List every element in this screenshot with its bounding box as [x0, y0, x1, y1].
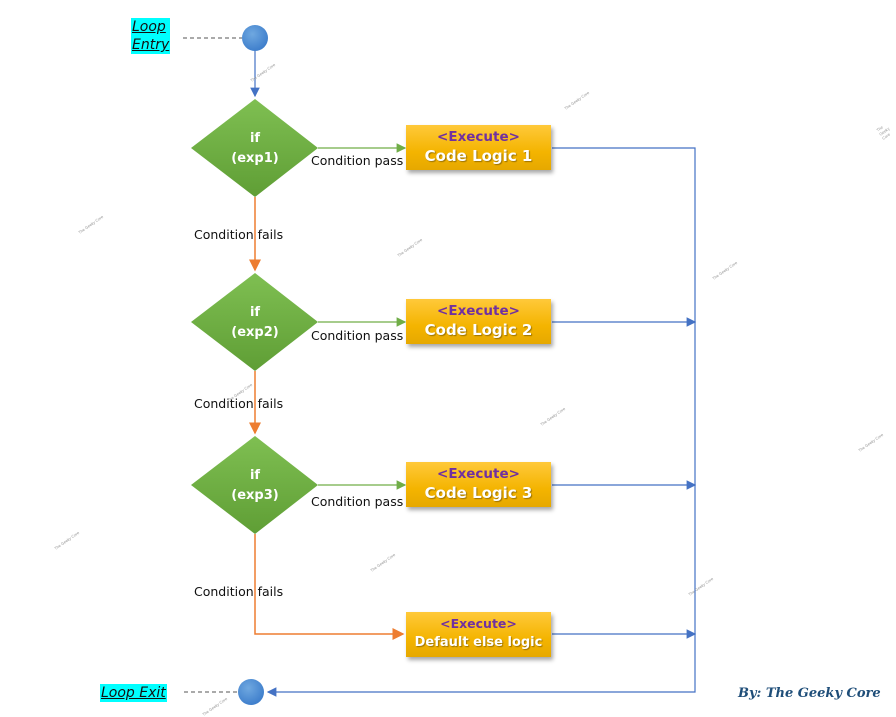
process-block-3: <Execute> Code Logic 3: [406, 462, 551, 507]
author-credit: By: The Geeky Core: [738, 686, 881, 701]
loop-entry-node: [242, 25, 268, 51]
decision-expression: (exp2): [231, 325, 279, 340]
pass-label-1: Condition pass: [311, 153, 404, 168]
loop-exit-label: Loop Exit: [100, 684, 167, 702]
process-block-1: <Execute> Code Logic 1: [406, 125, 551, 170]
decision-keyword: if: [249, 468, 261, 483]
block-body: Code Logic 3: [424, 484, 533, 502]
pass-label-2: Condition pass: [311, 328, 404, 343]
decision-text-2: if (exp2): [215, 303, 295, 343]
decision-text-1: if (exp1): [215, 129, 295, 169]
pass-label-3: Condition pass: [311, 494, 404, 509]
decision-expression: (exp3): [231, 488, 279, 503]
fail-label-2: Condition fails: [194, 396, 284, 411]
decision-keyword: if: [249, 131, 261, 146]
decision-text-3: if (exp3): [215, 466, 295, 506]
fail-label-1: Condition fails: [194, 227, 284, 242]
decision-keyword: if: [249, 305, 261, 320]
loop-entry-line2: Entry: [132, 37, 170, 53]
process-block-2: <Execute> Code Logic 2: [406, 299, 551, 344]
block-title: <Execute>: [437, 303, 520, 319]
block-title: <Execute>: [440, 616, 517, 631]
flow-line-1: [266, 147, 696, 697]
decision-expression: (exp1): [231, 151, 279, 166]
loop-exit-node: [238, 679, 264, 705]
flow-connectors: [183, 25, 697, 705]
block-body: Code Logic 1: [424, 147, 533, 165]
loop-entry-label: Loop Entry: [131, 18, 171, 54]
fail-label-3: Condition fails: [194, 584, 284, 599]
block-title: <Execute>: [437, 466, 520, 482]
process-block-default: <Execute> Default else logic: [406, 612, 551, 657]
loop-entry-line1: Loop: [132, 19, 166, 35]
block-title: <Execute>: [437, 129, 520, 145]
block-body: Code Logic 2: [424, 321, 533, 339]
block-body: Default else logic: [414, 635, 543, 650]
